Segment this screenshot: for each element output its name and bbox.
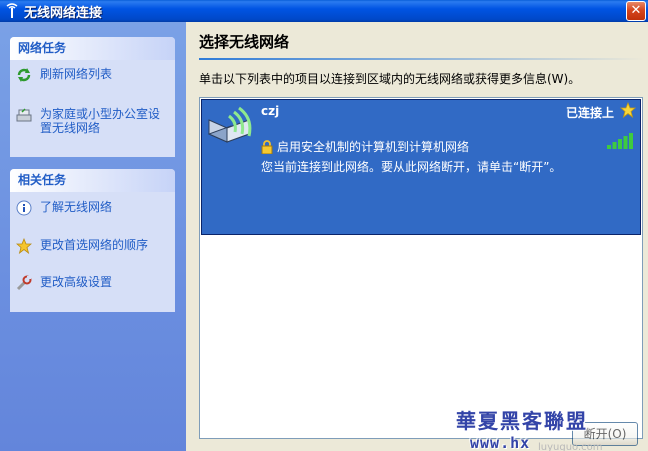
close-button[interactable]: ✕ [626, 1, 646, 21]
task-pane: 网络任务 刷新网络列表 为家庭或小型办公室设置无线网络 相关任务 了解无线网络 … [0, 22, 186, 451]
signal-bar [618, 139, 622, 149]
task-change-preferred-order[interactable]: 更改首选网络的顺序 [10, 237, 152, 255]
title-bar[interactable]: 无线网络连接 ✕ [0, 0, 648, 22]
signal-bar [607, 145, 611, 149]
main-pane: 选择无线网络 单击以下列表中的项目以连接到区域内的无线网络或获得更多信息(W)。… [186, 22, 648, 451]
page-title: 选择无线网络 [199, 33, 290, 51]
wireless-network-icon [4, 3, 20, 19]
task-label: 为家庭或小型办公室设置无线网络 [40, 107, 161, 135]
refresh-icon [16, 67, 32, 83]
watermark-logo: 華夏黑客聯盟 [456, 409, 588, 433]
settings-icon [16, 275, 32, 291]
network-list-item[interactable]: czj 已连接上 启用安全机制的计算机到计算机网络 您当前连接到此网络。要从此网… [201, 99, 641, 235]
star-icon [15, 237, 33, 255]
connection-detail: 您当前连接到此网络。要从此网络断开，请单击“断开”。 [261, 160, 562, 174]
window-title: 无线网络连接 [24, 5, 103, 21]
signal-strength-icon [606, 133, 634, 149]
network-list[interactable]: czj 已连接上 启用安全机制的计算机到计算机网络 您当前连接到此网络。要从此网… [199, 97, 643, 439]
related-tasks-header[interactable]: 相关任务 [10, 169, 175, 192]
signal-bar [623, 136, 628, 149]
watermark-small-text: luyuguo.com [538, 442, 603, 451]
instruction-text: 单击以下列表中的项目以连接到区域内的无线网络或获得更多信息(W)。 [199, 72, 581, 86]
connection-status: 已连接上 [565, 106, 614, 120]
heading-divider [199, 58, 644, 60]
task-refresh-network-list[interactable]: 刷新网络列表 [10, 67, 116, 83]
task-label: 了解无线网络 [40, 200, 113, 214]
network-ssid: czj [261, 104, 280, 118]
preferred-star-icon [619, 101, 637, 119]
signal-bar [629, 133, 633, 149]
watermark-url: www.hx [470, 434, 531, 451]
setup-network-icon [16, 107, 32, 123]
task-label: 更改首选网络的顺序 [40, 238, 149, 252]
security-text: 启用安全机制的计算机到计算机网络 [277, 140, 470, 154]
task-change-advanced-settings[interactable]: 更改高级设置 [10, 275, 116, 291]
task-label: 更改高级设置 [40, 275, 113, 289]
info-icon [16, 200, 32, 216]
signal-bar [612, 142, 617, 149]
network-tasks-header[interactable]: 网络任务 [10, 37, 175, 60]
task-learn-wireless[interactable]: 了解无线网络 [10, 200, 116, 216]
lock-icon [261, 139, 273, 154]
security-info: 启用安全机制的计算机到计算机网络 [261, 138, 469, 155]
related-tasks-box: 相关任务 了解无线网络 更改首选网络的顺序 更改高级设置 [10, 169, 175, 312]
task-label: 刷新网络列表 [40, 67, 113, 81]
network-tasks-box: 网络任务 刷新网络列表 为家庭或小型办公室设置无线网络 [10, 37, 175, 157]
task-setup-home-network[interactable]: 为家庭或小型办公室设置无线网络 [10, 107, 175, 135]
wireless-computer-icon [205, 102, 261, 154]
